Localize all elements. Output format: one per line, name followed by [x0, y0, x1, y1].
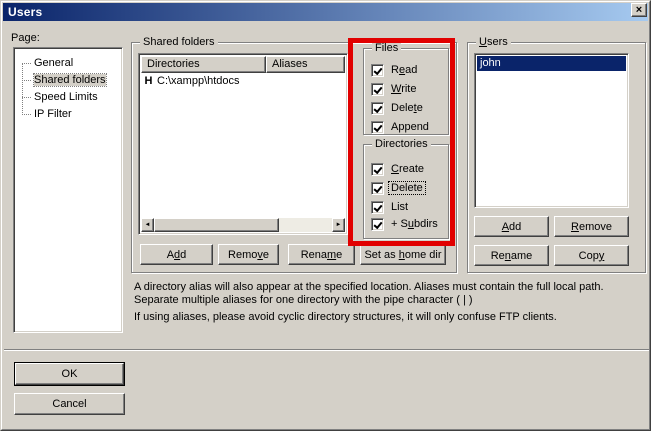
file-delete-label: Delete [389, 102, 425, 114]
titlebar[interactable]: Users [3, 3, 648, 21]
shared-remove-button[interactable]: Remove [218, 244, 279, 265]
read-label: Read [389, 64, 419, 76]
append-label: Append [389, 121, 431, 133]
files-group: Files Read Write Delete Append [363, 48, 449, 135]
scroll-left-icon: ◄ [145, 222, 151, 228]
shared-folders-group-label: Shared folders [140, 35, 218, 49]
scrollbar-track[interactable] [279, 218, 332, 232]
dir-delete-row: Delete [371, 181, 425, 195]
files-append-row: Append [371, 120, 431, 134]
users-dialog: Users × Page: General Shared folders Spe… [0, 0, 651, 431]
shared-add-button[interactable]: Add [140, 244, 213, 265]
alias-note-paragraph-2: If using aliases, please avoid cyclic di… [134, 311, 641, 324]
dir-create-row: Create [371, 162, 426, 176]
window-title: Users [8, 5, 42, 19]
create-label: Create [389, 163, 426, 175]
tree-item-speed-limits[interactable]: Speed Limits [32, 89, 120, 106]
scrollbar-thumb[interactable] [154, 218, 279, 232]
users-group-label: Users [476, 35, 511, 49]
append-checkbox[interactable] [371, 121, 384, 134]
tree-item-shared-folders[interactable]: Shared folders [32, 72, 120, 89]
files-delete-row: Delete [371, 101, 425, 115]
footer-divider [4, 349, 649, 351]
home-flag: H [143, 75, 154, 87]
user-rename-button[interactable]: Rename [474, 245, 549, 266]
cancel-button[interactable]: Cancel [14, 393, 125, 415]
file-delete-checkbox[interactable] [371, 102, 384, 115]
dir-delete-label: Delete [389, 182, 425, 194]
tree-item-general[interactable]: General [32, 55, 120, 72]
column-header-directories[interactable]: Directories [141, 56, 266, 73]
close-icon: × [636, 5, 642, 15]
page-caption: Page: [11, 32, 40, 44]
ok-button[interactable]: OK [14, 362, 125, 386]
read-checkbox[interactable] [371, 64, 384, 77]
shared-rename-button[interactable]: Rename [288, 244, 355, 265]
scroll-right-icon: ► [336, 222, 342, 228]
user-copy-button[interactable]: Copy [554, 245, 629, 266]
directories-group: Directories Create Delete List + Subdirs [363, 144, 449, 239]
directory-row[interactable]: H C:\xampp\htdocs [141, 73, 345, 89]
scroll-left-button[interactable]: ◄ [141, 218, 154, 232]
directories-group-label: Directories [372, 137, 431, 151]
subdirs-label: + Subdirs [389, 218, 440, 230]
scroll-right-button[interactable]: ► [332, 218, 345, 232]
directories-list[interactable]: Directories Aliases H C:\xampp\htdocs ◄ … [138, 53, 348, 235]
user-remove-button[interactable]: Remove [554, 216, 629, 237]
user-row-john[interactable]: john [477, 56, 626, 71]
dir-subdirs-row: + Subdirs [371, 217, 440, 231]
create-checkbox[interactable] [371, 163, 384, 176]
column-header-aliases[interactable]: Aliases [266, 56, 345, 73]
directories-list-header: Directories Aliases [141, 56, 345, 73]
dir-delete-checkbox[interactable] [371, 182, 384, 195]
close-button[interactable]: × [631, 3, 647, 17]
set-as-home-dir-button[interactable]: Set as home dir [360, 244, 446, 265]
users-list[interactable]: john [474, 53, 629, 208]
files-read-row: Read [371, 63, 419, 77]
list-checkbox[interactable] [371, 201, 384, 214]
tree-item-ip-filter[interactable]: IP Filter [32, 106, 120, 123]
write-checkbox[interactable] [371, 83, 384, 96]
write-label: Write [389, 83, 418, 95]
horizontal-scrollbar[interactable]: ◄ ► [141, 218, 345, 232]
alias-note-paragraph-1: A directory alias will also appear at th… [134, 281, 641, 307]
files-group-label: Files [372, 41, 401, 55]
list-label: List [389, 201, 410, 213]
files-write-row: Write [371, 82, 418, 96]
tree-line [22, 63, 23, 115]
directory-path: C:\xampp\htdocs [154, 75, 240, 87]
page-tree[interactable]: General Shared folders Speed Limits IP F… [13, 47, 123, 333]
user-add-button[interactable]: Add [474, 216, 549, 237]
dir-list-row: List [371, 200, 410, 214]
subdirs-checkbox[interactable] [371, 218, 384, 231]
